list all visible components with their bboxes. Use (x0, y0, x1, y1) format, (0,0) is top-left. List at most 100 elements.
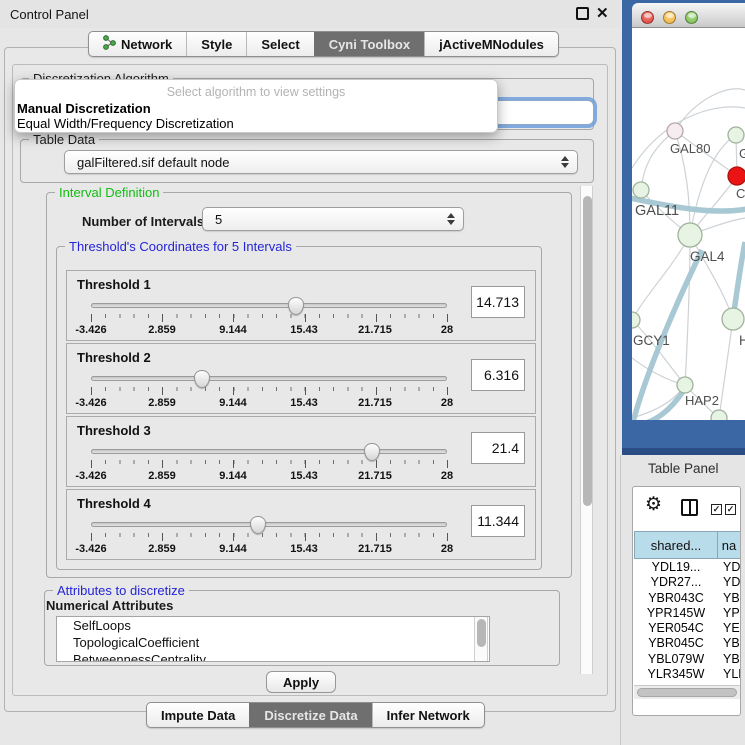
tab-jactivemnodules[interactable]: jActiveMNodules (424, 32, 558, 56)
node-bottom[interactable] (711, 410, 727, 420)
threshold-slider[interactable] (91, 449, 447, 454)
tick-label: 28 (441, 324, 453, 336)
thresholds-group-title: Threshold's Coordinates for 5 Intervals (65, 239, 296, 254)
tick-label: 2.859 (148, 470, 176, 482)
tab-select[interactable]: Select (246, 32, 313, 56)
threshold-slider[interactable] (91, 522, 447, 527)
node-hap2[interactable] (677, 377, 693, 393)
table-data-combobox[interactable]: galFiltered.sif default node (64, 150, 578, 174)
threshold-slider[interactable] (91, 303, 447, 308)
tab-label: Discretize Data (264, 708, 357, 723)
tab-impute-data[interactable]: Impute Data (147, 703, 249, 727)
node-gal80[interactable] (667, 123, 683, 139)
popup-hint: Select algorithm to view settings (15, 85, 497, 99)
threshold-value-input[interactable] (471, 359, 525, 391)
threshold-value-input[interactable] (471, 505, 525, 537)
float-window-icon[interactable] (576, 7, 589, 20)
threshold-value-input[interactable] (471, 432, 525, 464)
slider-thumb[interactable] (194, 370, 210, 388)
split-view-icon[interactable] (681, 499, 698, 516)
table-hscrollbar-thumb[interactable] (637, 688, 737, 697)
table-row[interactable]: YIL052CYIL0 (634, 682, 741, 684)
threshold-row: Threshold 1 -3.426 2.859 9.144 15.43 21.… (66, 270, 536, 341)
tick-label: 2.859 (148, 324, 176, 336)
tick-label: 2.859 (148, 397, 176, 409)
list-item[interactable]: TopologicalCoefficient (57, 634, 489, 651)
column-header-name[interactable]: na (718, 531, 741, 559)
checkbox-icon[interactable]: ✓ (725, 504, 736, 515)
tick-label: 15.43 (290, 397, 318, 409)
threshold-label: Threshold 4 (77, 496, 151, 511)
node-label: GAL4 (690, 249, 725, 264)
gear-icon[interactable]: ⚙ (645, 495, 662, 514)
node-gcy1[interactable] (632, 312, 640, 328)
table-panel: ⚙ ✓ ✓ shared... na YDL19...YDL1 YDR27...… (632, 486, 741, 716)
tick-label: 28 (441, 543, 453, 555)
stepper-icon (560, 156, 569, 168)
threshold-row: Threshold 2 -3.426 2.859 9.144 15.43 21.… (66, 343, 536, 414)
table-row[interactable]: YPR145WYPR1 (634, 606, 741, 621)
number-of-intervals-combobox[interactable]: 5 (202, 207, 464, 231)
node-selected-red[interactable] (728, 167, 745, 185)
table-row[interactable]: YDL19...YDL1 (634, 560, 741, 575)
network-window-titlebar[interactable] (632, 3, 745, 28)
node-h[interactable] (722, 308, 744, 330)
close-icon[interactable]: ✕ (596, 4, 609, 22)
slider-thumb[interactable] (288, 297, 304, 315)
settings-vscrollbar-track[interactable] (580, 186, 593, 674)
tick-label: 15.43 (290, 470, 318, 482)
tab-cyni-toolbox[interactable]: Cyni Toolbox (314, 32, 424, 56)
table-hscrollbar-track[interactable] (634, 685, 741, 699)
table-row[interactable]: YDR27...YDR2 (634, 575, 741, 590)
minimize-traffic-light-icon[interactable] (663, 11, 676, 24)
table-row[interactable]: YER054CYER0 (634, 621, 741, 636)
tab-infer-network[interactable]: Infer Network (372, 703, 484, 727)
close-traffic-light-icon[interactable] (641, 11, 654, 24)
popup-option-equal-width-frequency[interactable]: Equal Width/Frequency Discretization (17, 116, 234, 131)
network-canvas[interactable]: GAL80 GA C GAL11 GAL4 GCY1 H HAP2 (632, 28, 745, 420)
attributes-vscrollbar-track[interactable] (474, 617, 488, 661)
popup-option-manual-discretization[interactable]: Manual Discretization (17, 101, 151, 116)
apply-button[interactable]: Apply (266, 671, 336, 693)
settings-vscrollbar-thumb[interactable] (583, 196, 592, 506)
numerical-attributes-label: Numerical Attributes (46, 598, 173, 613)
tab-style[interactable]: Style (186, 32, 246, 56)
slider-thumb[interactable] (250, 516, 266, 534)
tab-label: Style (201, 37, 232, 52)
node-gal11[interactable] (633, 182, 649, 198)
node-ga[interactable] (728, 127, 744, 143)
table-data-combobox-value: galFiltered.sif default node (77, 155, 229, 170)
table-row[interactable]: YBR043CYBR0 (634, 591, 741, 606)
column-header-shared[interactable]: shared... (634, 531, 718, 559)
list-item[interactable]: SelfLoops (57, 617, 489, 634)
slider-thumb[interactable] (364, 443, 380, 461)
stepper-icon (446, 213, 455, 225)
tab-network[interactable]: Network (89, 32, 186, 56)
tick-label: -3.426 (75, 324, 106, 336)
number-of-intervals-value: 5 (215, 212, 222, 227)
table-row[interactable]: YBR045CYBR0 (634, 636, 741, 651)
numerical-attributes-list[interactable]: SelfLoops TopologicalCoefficient Between… (56, 616, 490, 662)
zoom-traffic-light-icon[interactable] (685, 11, 698, 24)
node-label: C (736, 186, 745, 201)
threshold-value-input[interactable] (471, 286, 525, 318)
tick-label: -3.426 (75, 470, 106, 482)
control-panel-titlebar (0, 0, 620, 28)
tab-discretize-data[interactable]: Discretize Data (249, 703, 371, 727)
table-row[interactable]: YBL079WYBL0 (634, 652, 741, 667)
tab-label: Impute Data (161, 708, 235, 723)
table-header-row: shared... na (634, 531, 741, 559)
list-item[interactable]: BetweennessCentrality (57, 651, 489, 662)
table-panel-title: Table Panel (648, 461, 719, 476)
attributes-vscrollbar-thumb[interactable] (477, 619, 486, 647)
tick-label: 28 (441, 397, 453, 409)
screen: Control Panel ✕ Network Style Select Cyn… (0, 0, 745, 745)
node-label: HAP2 (685, 393, 719, 408)
algorithm-dropdown-popup: Select algorithm to view settings Manual… (14, 79, 498, 133)
table-row[interactable]: YLR345WYLR3 (634, 667, 741, 682)
tab-label: Cyni Toolbox (329, 37, 410, 52)
checkbox-icon[interactable]: ✓ (711, 504, 722, 515)
control-panel-tabbar: Network Style Select Cyni Toolbox jActiv… (88, 31, 559, 57)
threshold-slider[interactable] (91, 376, 447, 381)
node-gal4[interactable] (678, 223, 702, 247)
